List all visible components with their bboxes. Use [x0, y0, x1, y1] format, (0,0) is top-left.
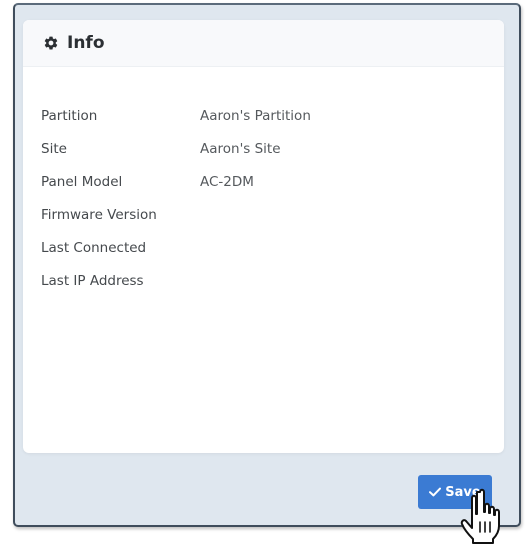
- card-title: Info: [67, 33, 105, 53]
- info-row-partition: Partition Aaron's Partition: [41, 108, 311, 141]
- info-label: Last Connected: [41, 240, 147, 256]
- info-label: Firmware Version: [41, 207, 157, 223]
- info-list: Partition Aaron's Partition Site Aaron's…: [41, 108, 311, 306]
- info-row-site: Site Aaron's Site: [41, 141, 311, 174]
- info-value: Aaron's Partition: [200, 108, 311, 124]
- info-row-last-connected: Last Connected: [41, 240, 311, 273]
- card-header: Info: [23, 20, 504, 67]
- info-label: Last IP Address: [41, 273, 144, 289]
- info-label: Partition: [41, 108, 98, 124]
- gear-icon: [44, 36, 58, 50]
- info-value: Aaron's Site: [200, 141, 281, 157]
- info-row-last-ip-address: Last IP Address: [41, 273, 311, 306]
- info-value: AC-2DM: [200, 174, 254, 190]
- info-label: Panel Model: [41, 174, 123, 190]
- info-label: Site: [41, 141, 67, 157]
- info-row-firmware-version: Firmware Version: [41, 207, 311, 240]
- info-dialog: Info Partition Aaron's Partition Site Aa…: [13, 3, 521, 527]
- checkmark-icon: [429, 487, 442, 497]
- info-row-panel-model: Panel Model AC-2DM: [41, 174, 311, 207]
- info-card: Info Partition Aaron's Partition Site Aa…: [23, 20, 504, 453]
- hand-pointer-icon: [460, 488, 500, 544]
